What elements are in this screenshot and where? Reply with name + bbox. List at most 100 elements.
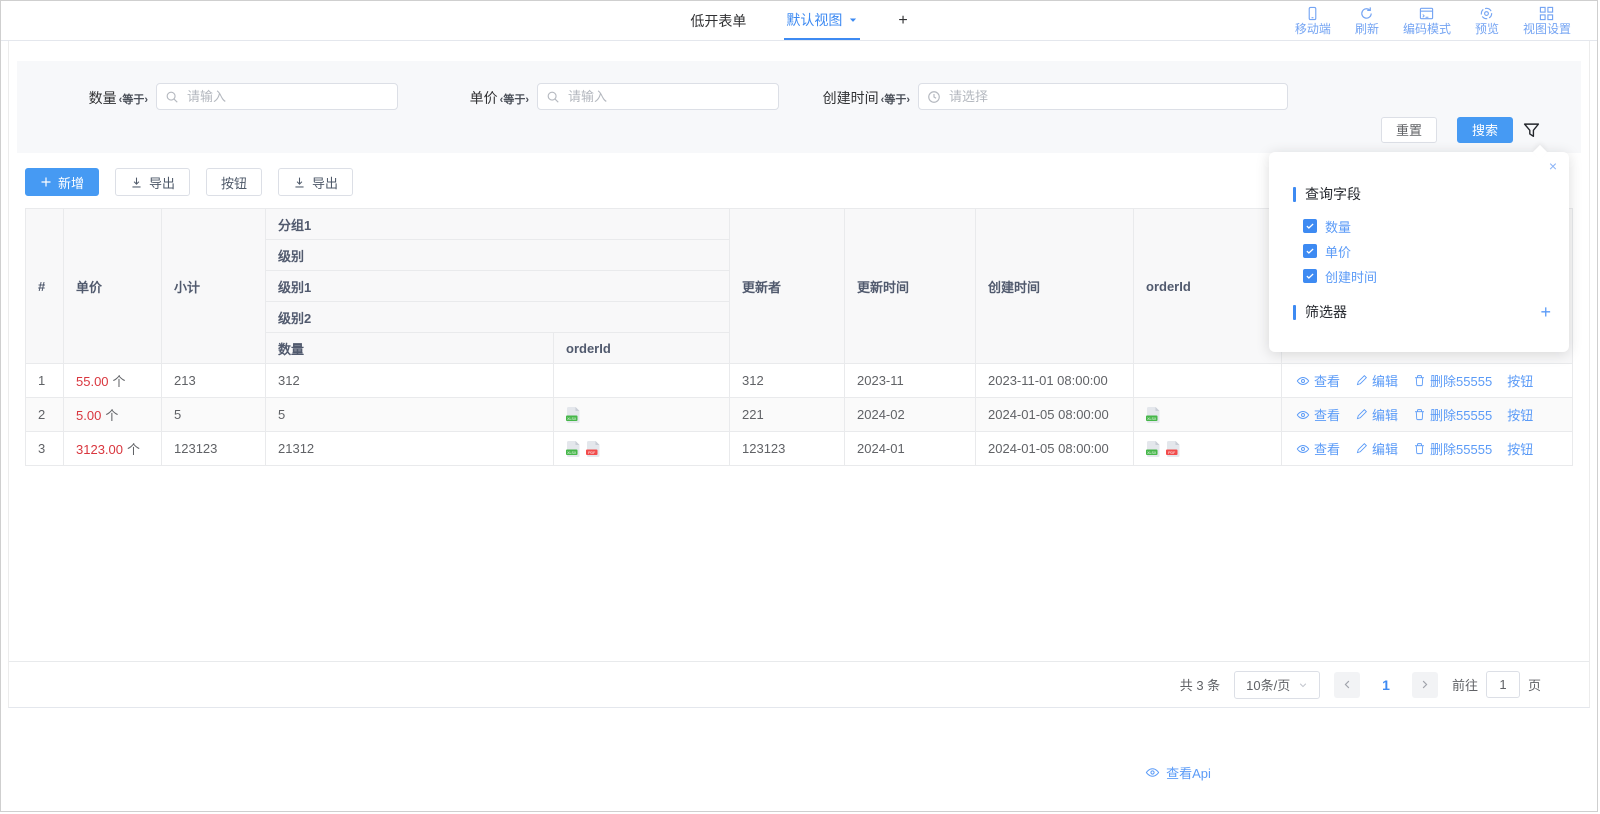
row-button-label: 按钮 [1507, 405, 1533, 424]
next-page-button[interactable] [1412, 672, 1438, 698]
refresh-icon [1359, 6, 1374, 21]
cell-index: 3 [26, 432, 64, 466]
price-filter-input[interactable] [537, 83, 779, 110]
view-api-link[interactable]: 查看Api [1145, 763, 1211, 782]
price-value: 5.00 [76, 408, 101, 423]
checkbox-checked-icon[interactable] [1303, 244, 1317, 258]
col-header-sub-orderid[interactable]: orderId [554, 333, 730, 364]
view-label: 查看 [1314, 405, 1340, 424]
cell-create-time: 2023-11-01 08:00:00 [976, 364, 1134, 398]
tab-default-view[interactable]: 默认视图 [784, 1, 860, 40]
filter-operator: ‹等于› [881, 94, 910, 106]
table-toolbar: 新增 导出 按钮 导出 [25, 168, 353, 196]
table-row[interactable]: 3 3123.00个 123123 21312 XLSX PDF 123123 … [26, 432, 1573, 466]
search-button[interactable]: 搜索 [1457, 117, 1513, 143]
custom-button[interactable]: 按钮 [206, 168, 262, 196]
col-header-group1[interactable]: 分组1 [266, 209, 730, 240]
cell-price: 3123.00个 [64, 432, 162, 466]
col-header-update-time[interactable]: 更新时间 [845, 209, 976, 364]
checkbox-quantity[interactable]: 数量 [1303, 216, 1569, 236]
svg-text:XLSX: XLSX [1147, 450, 1157, 454]
row-button-link[interactable]: 按钮 [1507, 371, 1533, 390]
page-size-select[interactable]: 10条/页 [1234, 671, 1320, 699]
filter-settings-button[interactable] [1523, 120, 1543, 140]
view-link[interactable]: 查看 [1296, 439, 1340, 458]
row-button-link[interactable]: 按钮 [1507, 405, 1533, 424]
view-link[interactable]: 查看 [1296, 405, 1340, 424]
add-filter-button[interactable]: + [1540, 304, 1551, 320]
edit-link[interactable]: 编辑 [1355, 371, 1398, 390]
delete-link[interactable]: 删除55555 [1413, 405, 1492, 424]
xlsx-file-icon[interactable]: XLSX [566, 441, 580, 457]
xlsx-file-icon[interactable]: XLSX [1146, 407, 1160, 423]
col-header-level[interactable]: 级别 [266, 240, 730, 271]
mobile-icon [1305, 6, 1320, 21]
main-card: 数量‹等于› 单价‹等于› 创建时间‹等于› 重置 搜 [8, 41, 1590, 708]
pagination-bar: 共 3 条 10条/页 1 前往 页 [9, 661, 1589, 707]
tab-form-label: 低开表单 [690, 11, 746, 31]
export-button-1[interactable]: 导出 [115, 168, 190, 196]
col-header-orderid[interactable]: orderId [1134, 209, 1282, 364]
goto-page-input[interactable] [1486, 671, 1520, 698]
caret-down-icon [848, 15, 858, 25]
refresh-button[interactable]: 刷新 [1355, 6, 1379, 36]
checkbox-price[interactable]: 单价 [1303, 241, 1569, 261]
export-button-2[interactable]: 导出 [278, 168, 353, 196]
add-record-button[interactable]: 新增 [25, 168, 99, 196]
goto-page: 前往 页 [1452, 671, 1541, 698]
view-settings-button[interactable]: 视图设置 [1523, 6, 1571, 36]
cell-qty: 5 [266, 398, 554, 432]
table-row[interactable]: 1 55.00个 213 312 312 2023-11 2023-11-01 … [26, 364, 1573, 398]
svg-text:XLSX: XLSX [567, 416, 577, 420]
filter-field-name: 创建时间 [823, 90, 879, 106]
col-header-level2[interactable]: 级别2 [266, 302, 730, 333]
cell-actions: 查看 编辑 删除55555 按钮 [1282, 432, 1573, 466]
col-header-create-time[interactable]: 创建时间 [976, 209, 1134, 364]
edit-link[interactable]: 编辑 [1355, 405, 1398, 424]
view-api-label: 查看Api [1166, 763, 1211, 782]
delete-link[interactable]: 删除55555 [1413, 371, 1492, 390]
col-header-subtotal[interactable]: 小计 [162, 209, 266, 364]
tab-form[interactable]: 低开表单 [688, 1, 748, 40]
edit-link[interactable]: 编辑 [1355, 439, 1398, 458]
cell-create-time: 2024-01-05 08:00:00 [976, 398, 1134, 432]
col-header-index[interactable]: # [26, 209, 64, 364]
create-time-filter-field[interactable] [947, 88, 1279, 105]
tab-add-view[interactable]: + [896, 1, 909, 40]
cell-orderid: XLSX [1134, 398, 1282, 432]
col-header-qty[interactable]: 数量 [266, 333, 554, 364]
view-link[interactable]: 查看 [1296, 371, 1340, 390]
eye-icon [1296, 408, 1310, 422]
code-mode-button[interactable]: 编码模式 [1403, 6, 1451, 36]
current-page[interactable]: 1 [1374, 677, 1398, 693]
xlsx-file-icon[interactable]: XLSX [566, 407, 580, 423]
price-filter-field[interactable] [566, 88, 770, 105]
close-icon[interactable]: × [1549, 158, 1557, 174]
col-header-price[interactable]: 单价 [64, 209, 162, 364]
xlsx-file-icon[interactable]: XLSX [1146, 441, 1160, 457]
prev-page-button[interactable] [1334, 672, 1360, 698]
tab-view-label: 默认视图 [786, 10, 842, 30]
filters-section: 筛选器 + [1293, 302, 1551, 322]
mobile-button[interactable]: 移动端 [1295, 6, 1331, 36]
checkbox-create-time[interactable]: 创建时间 [1303, 266, 1569, 286]
pdf-file-icon[interactable]: PDF [1166, 441, 1180, 457]
table-row[interactable]: 2 5.00个 5 5 XLSX 221 2024-02 2024-01-05 … [26, 398, 1573, 432]
reset-button[interactable]: 重置 [1381, 117, 1437, 143]
filter-field-name: 数量 [89, 90, 117, 106]
col-header-updater[interactable]: 更新者 [730, 209, 845, 364]
query-fields-section-title: 查询字段 [1293, 184, 1549, 204]
row-button-link[interactable]: 按钮 [1507, 439, 1533, 458]
col-header-level1[interactable]: 级别1 [266, 271, 730, 302]
query-fields-title-text: 查询字段 [1305, 184, 1361, 204]
checkbox-checked-icon[interactable] [1303, 219, 1317, 233]
quantity-filter-field[interactable] [185, 88, 389, 105]
pdf-file-icon[interactable]: PDF [586, 441, 600, 457]
checkbox-checked-icon[interactable] [1303, 269, 1317, 283]
row-button-label: 按钮 [1507, 439, 1533, 458]
delete-link[interactable]: 删除55555 [1413, 439, 1492, 458]
cell-sub-orderid [554, 364, 730, 398]
quantity-filter-input[interactable] [156, 83, 398, 110]
preview-button[interactable]: 预览 [1475, 6, 1499, 36]
create-time-filter-input[interactable] [918, 83, 1288, 110]
